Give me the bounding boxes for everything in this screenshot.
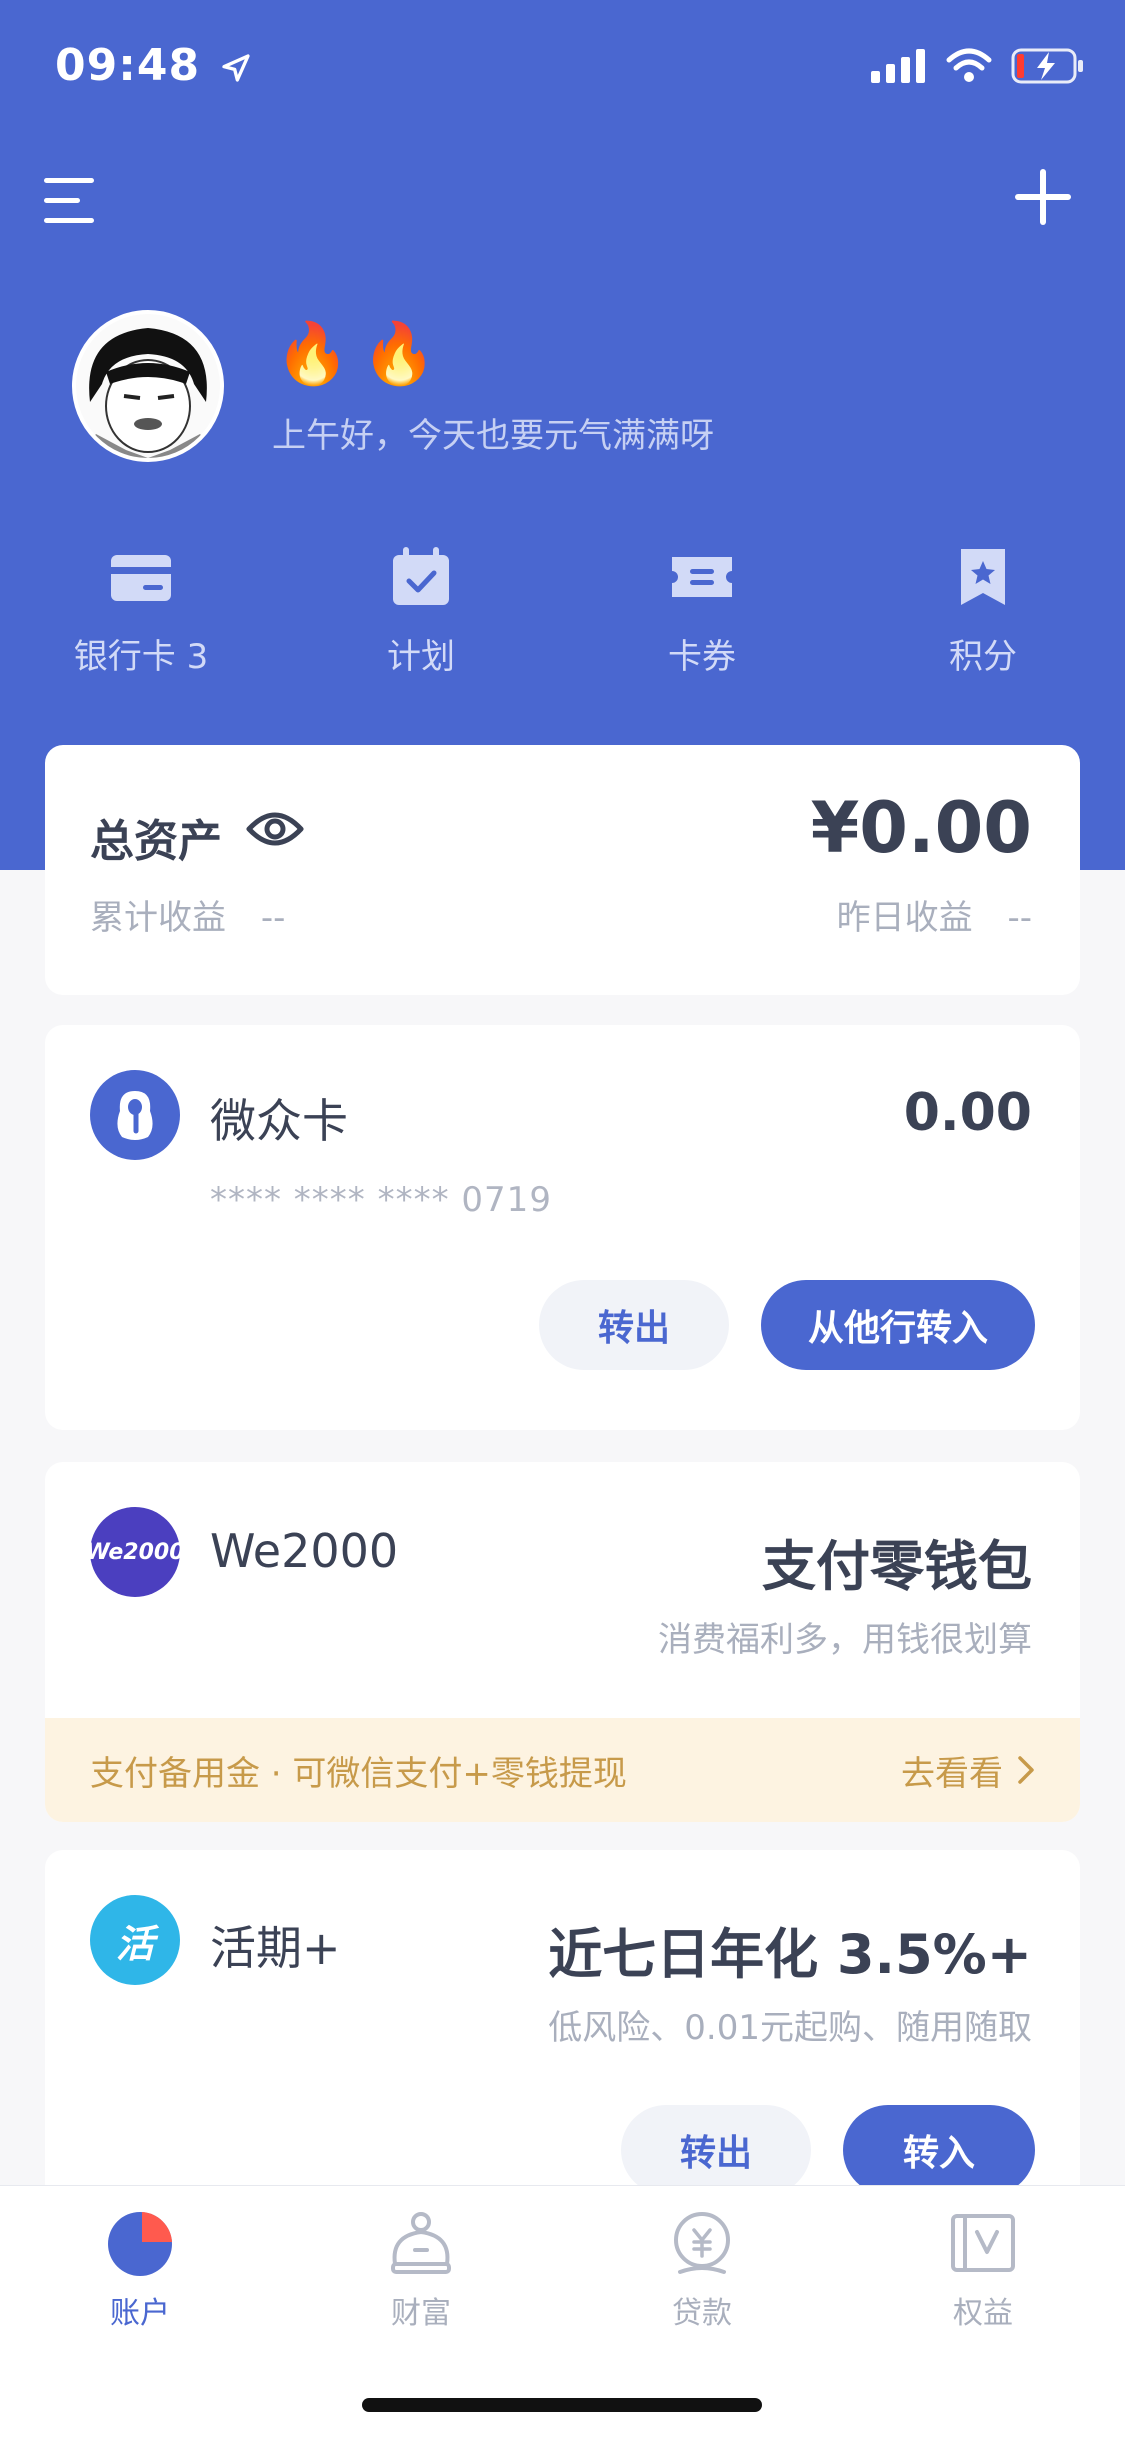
wifi-icon [946,48,992,82]
bank-card-icon [111,555,171,601]
tab-label: 财富 [391,2296,451,2331]
tab-rights[interactable]: 权益 [883,2208,1083,2332]
total-assets-label: 总资产 [90,816,222,867]
greeting-text: 上午好，今天也要元气满满呀 [272,416,714,456]
status-indicators [871,48,1085,84]
avatar[interactable] [72,310,224,462]
promo-link-label: 去看看 [901,1753,1003,1794]
transfer-in-from-other-bank-button[interactable]: 从他行转入 [761,1280,1035,1370]
we2000-card[interactable]: We2000 We2000 支付零钱包 消费福利多，用钱很划算 支付备用金 · … [45,1462,1080,1822]
transfer-out-button[interactable]: 转出 [539,1280,729,1370]
huoqi-logo: 活 [90,1895,180,1985]
promo-text: 支付备用金 · 可微信支付+零钱提现 [90,1753,627,1794]
v-card-icon [951,2214,1015,2272]
weizhong-card[interactable]: 微众卡 0.00 **** **** **** 0719 转出 从他行转入 [45,1025,1080,1430]
add-icon[interactable] [1011,165,1075,229]
huoqi-headline: 近七日年化 3.5%+ [548,1923,1032,1986]
meme-face-avatar-icon [76,314,220,458]
penguin-icon [117,1091,153,1140]
eye-icon[interactable] [245,803,305,855]
location-arrow-icon [222,54,251,82]
tab-label: 贷款 [672,2296,732,2331]
we2000-name: We2000 [210,1524,399,1578]
signal-icon [871,49,925,83]
bookmark-star-icon [961,549,1005,605]
we2000-subtitle: 消费福利多，用钱很划算 [658,1620,1032,1660]
quick-action-label: 银行卡 3 [73,637,209,677]
tab-label: 账户 [110,2296,170,2331]
huoqi-subtitle: 低风险、0.01元起购、随用随取 [548,2008,1032,2048]
home-indicator [362,2398,762,2412]
quick-action-label: 卡券 [668,637,736,677]
menu-icon[interactable] [40,170,100,230]
weizhong-card-amount: 0.00 [903,1083,1032,1143]
chevron-right-icon [1018,1756,1034,1784]
we2000-promo-banner[interactable]: 支付备用金 · 可微信支付+零钱提现 去看看 [45,1718,1080,1822]
total-assets-card[interactable]: 总资产 ¥0.00 累计收益 -- 昨日收益 -- [45,745,1080,995]
weizhong-logo [90,1070,180,1160]
tab-account[interactable]: 账户 [40,2208,240,2332]
cumulative-earnings-value: -- [260,898,286,938]
yesterday-earnings-value: -- [1007,898,1032,938]
quick-action-label: 积分 [949,637,1017,677]
weizhong-card-number: **** **** **** 0719 [210,1180,552,1220]
pie-chart-icon [108,2212,172,2276]
huoqi-transfer-out-button[interactable]: 转出 [621,2105,811,2195]
cumulative-earnings: 累计收益 -- [90,890,285,939]
quick-action-label: 计划 [387,637,455,677]
we2000-headline: 支付零钱包 [762,1535,1032,1598]
huoqi-transfer-in-button[interactable]: 转入 [843,2105,1035,2195]
huoqi-name: 活期+ [210,1921,341,1975]
quick-action-plan[interactable]: 计划 [301,545,541,678]
cumulative-earnings-label: 累计收益 [90,898,226,938]
quick-action-bank-card[interactable]: 银行卡 3 [21,545,261,678]
total-assets-value: ¥0.00 [810,787,1032,869]
tab-wealth[interactable]: 财富 [321,2208,521,2332]
tab-loans[interactable]: 贷款 [602,2208,802,2332]
yesterday-earnings-label: 昨日收益 [836,898,973,938]
yen-coin-icon [674,2212,730,2274]
battery-charging-icon [1011,48,1083,84]
yesterday-earnings: 昨日收益 -- [837,890,1032,939]
status-time: 09:48 [55,40,252,91]
piggy-bank-icon [391,2212,451,2274]
quick-action-coupons[interactable]: 卡券 [582,545,822,678]
weizhong-card-name: 微众卡 [210,1094,348,1148]
promo-link[interactable]: 去看看 [901,1746,1035,1795]
calendar-check-icon [393,547,449,605]
quick-action-points[interactable]: 积分 [863,545,1103,678]
we2000-logo: We2000 [86,1507,185,1597]
tab-label: 权益 [953,2296,1013,2331]
ticket-icon [672,557,732,597]
fire-emojis: 🔥🔥 [275,319,449,389]
